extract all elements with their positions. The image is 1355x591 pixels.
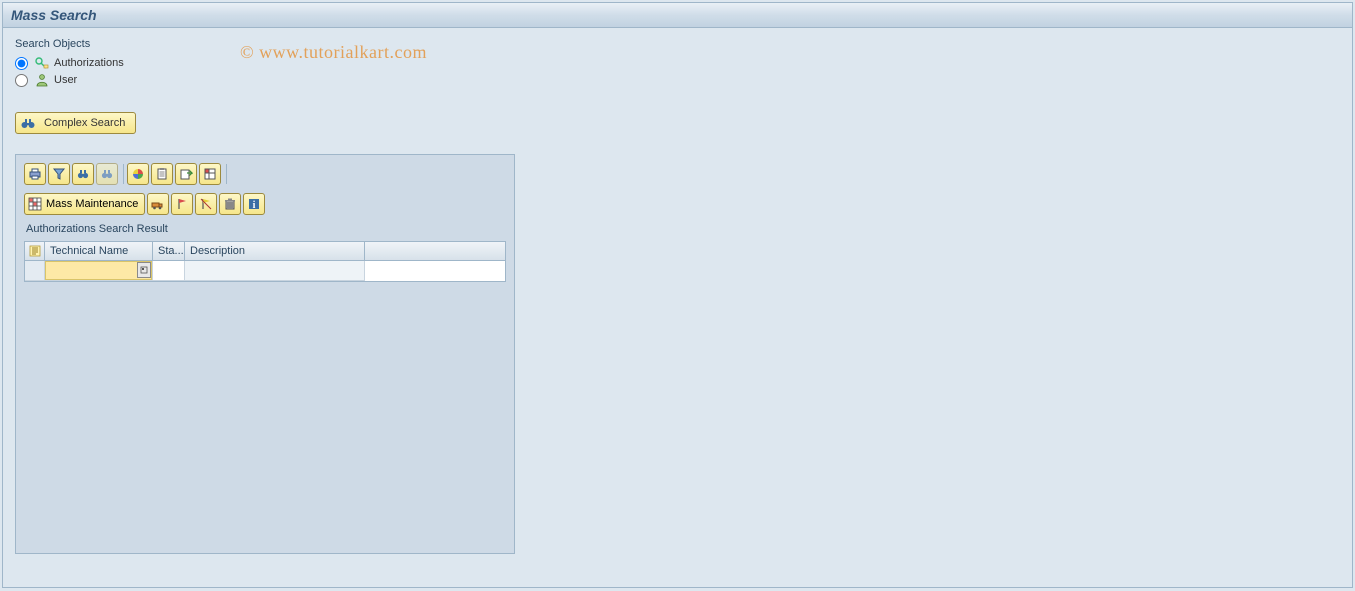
technical-name-input[interactable] — [45, 261, 152, 280]
toolbar-separator — [226, 164, 227, 184]
complex-search-button[interactable]: Complex Search — [15, 112, 136, 134]
print-button[interactable] — [24, 163, 46, 185]
transport-button[interactable] — [147, 193, 169, 215]
toolbar-row-1 — [24, 163, 506, 185]
cell-description — [185, 261, 365, 281]
export-button[interactable] — [175, 163, 197, 185]
find-icon — [76, 167, 90, 181]
filter-button[interactable] — [48, 163, 70, 185]
column-description[interactable]: Description — [185, 242, 365, 260]
mass-maintenance-label: Mass Maintenance — [46, 198, 138, 210]
find-next-icon — [100, 167, 114, 181]
filter-icon — [52, 167, 66, 181]
flag-red-icon — [175, 197, 189, 211]
grid-icon — [28, 197, 42, 211]
table-row — [25, 261, 505, 281]
radio-authorizations-input[interactable] — [15, 57, 28, 70]
toolbar-separator — [123, 164, 124, 184]
layout-icon — [203, 167, 217, 181]
print-icon — [28, 167, 42, 181]
complex-search-label: Complex Search — [44, 117, 125, 129]
user-icon — [34, 73, 50, 87]
toolbar-row-2: Mass Maintenance i — [24, 193, 506, 215]
export-icon — [179, 167, 193, 181]
clipboard-icon — [155, 167, 169, 181]
clipboard-button[interactable] — [151, 163, 173, 185]
column-select-all[interactable] — [25, 242, 45, 260]
radio-user[interactable]: User — [15, 73, 1340, 87]
search-objects-label: Search Objects — [15, 38, 1340, 50]
layout-button[interactable] — [199, 163, 221, 185]
transport-icon — [151, 197, 165, 211]
info-icon: i — [247, 197, 261, 211]
radio-authorizations-label: Authorizations — [54, 57, 124, 69]
find-button[interactable] — [72, 163, 94, 185]
select-all-icon — [29, 245, 41, 257]
radio-user-label: User — [54, 74, 77, 86]
page-title: Mass Search — [3, 3, 1352, 28]
flag-red-button[interactable] — [171, 193, 193, 215]
authorizations-icon — [34, 56, 50, 70]
delete-icon — [223, 197, 237, 211]
flag-yellow-icon — [199, 197, 213, 211]
grid-header: Technical Name Sta... Description — [25, 242, 505, 261]
flag-yellow-button[interactable] — [195, 193, 217, 215]
radio-user-input[interactable] — [15, 74, 28, 87]
delete-button[interactable] — [219, 193, 241, 215]
result-label: Authorizations Search Result — [26, 223, 506, 235]
binoculars-icon — [20, 116, 36, 130]
application-frame: Mass Search Search Objects Authorization… — [2, 2, 1353, 588]
chart-button[interactable] — [127, 163, 149, 185]
content-area: Search Objects Authorizations User — [3, 28, 1352, 564]
mass-maintenance-button[interactable]: Mass Maintenance — [24, 193, 145, 215]
cell-technical-name — [45, 261, 153, 281]
column-technical-name[interactable]: Technical Name — [45, 242, 153, 260]
cell-status — [153, 261, 185, 281]
result-grid: Technical Name Sta... Description — [24, 241, 506, 282]
row-selector[interactable] — [25, 261, 45, 281]
chart-icon — [131, 167, 145, 181]
find-next-button — [96, 163, 118, 185]
value-help-icon[interactable] — [137, 262, 151, 278]
column-status[interactable]: Sta... — [153, 242, 185, 260]
result-panel: Mass Maintenance i Authorizations Search… — [15, 154, 515, 554]
svg-text:i: i — [253, 200, 256, 211]
info-button[interactable]: i — [243, 193, 265, 215]
radio-authorizations[interactable]: Authorizations — [15, 56, 1340, 70]
